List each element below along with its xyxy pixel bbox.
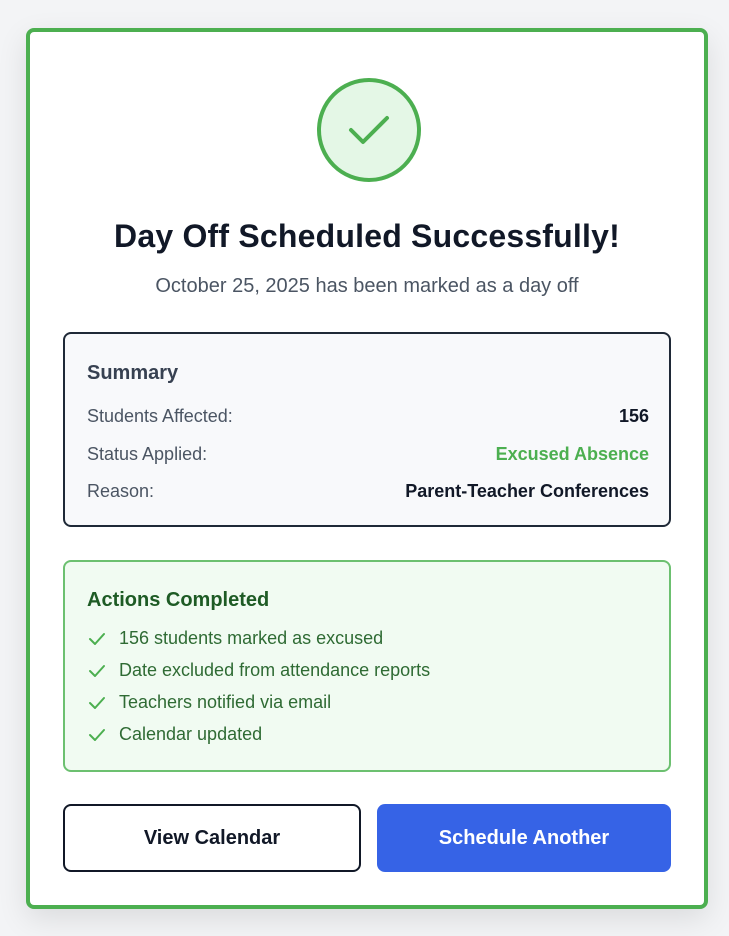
summary-label: Students Affected: (87, 406, 233, 426)
success-badge (317, 78, 421, 182)
summary-panel: Summary Students Affected: 156 Status Ap… (63, 332, 671, 527)
check-icon (87, 661, 107, 681)
actions-panel: Actions Completed 156 students marked as… (63, 560, 671, 772)
action-text: Date excluded from attendance reports (119, 660, 431, 680)
schedule-another-button[interactable]: Schedule Another (377, 804, 671, 872)
summary-value: 156 (618, 406, 649, 426)
check-icon (87, 693, 107, 713)
action-item: Date excluded from attendance reports (87, 660, 430, 681)
check-icon (87, 629, 107, 649)
summary-title: Summary (87, 362, 179, 384)
success-dialog: Day Off Scheduled Successfully! October … (26, 28, 708, 909)
action-text: 156 students marked as excused (119, 628, 384, 648)
actions-title: Actions Completed (87, 589, 270, 611)
action-text: Teachers notified via email (119, 692, 332, 712)
action-item: 156 students marked as excused (87, 628, 383, 649)
action-text: Calendar updated (119, 724, 263, 744)
summary-label: Reason: (87, 481, 155, 501)
summary-row-students: Students Affected: 156 (87, 406, 649, 427)
dialog-subtitle: October 25, 2025 has been marked as a da… (155, 275, 579, 297)
action-item: Calendar updated (87, 724, 262, 745)
summary-row-status: Status Applied: Excused Absence (87, 444, 649, 465)
action-item: Teachers notified via email (87, 692, 331, 713)
summary-value: Parent-Teacher Conferences (405, 481, 649, 501)
summary-row-reason: Reason: Parent-Teacher Conferences (87, 481, 649, 502)
status-value: Excused Absence (495, 444, 649, 464)
view-calendar-button[interactable]: View Calendar (63, 804, 361, 872)
check-icon (349, 116, 389, 144)
summary-label: Status Applied: (87, 444, 208, 464)
check-icon (87, 725, 107, 745)
dialog-title: Day Off Scheduled Successfully! (114, 218, 620, 254)
